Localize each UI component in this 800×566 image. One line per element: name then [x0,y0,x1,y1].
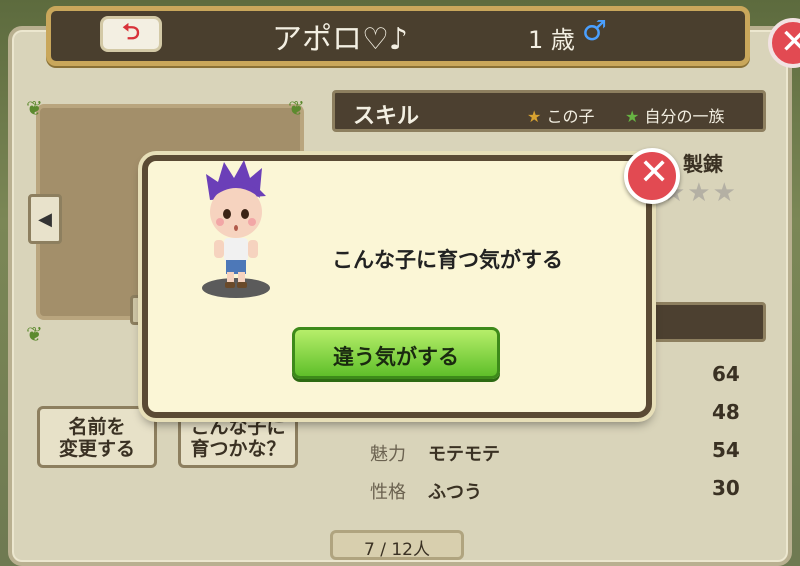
stat-number: 30 [712,476,740,500]
dialog-message: こんな子に育つ気がする [332,248,563,272]
skill-header: スキル ★ この子 ★ 自分の一族 [332,90,766,132]
prev-arrow-button[interactable]: ◀ [28,194,62,244]
rename-button[interactable]: 名前を 変更する [37,406,157,468]
back-arrow-icon: ⮌ [122,20,140,45]
gold-star-icon: ★ [527,107,542,126]
stat-value: モテモテ [428,444,500,465]
pager: 7 / 12人 [330,530,464,560]
stats-header [640,302,766,342]
green-star-icon: ★ [625,107,640,126]
stat-label: 性格 [370,482,406,503]
different-feeling-button[interactable]: 違う気がする [292,327,500,379]
stat-label: 魅力 [370,444,406,465]
leaf-icon: ❦ [26,96,43,120]
arrow-left-icon: ◀ [38,208,52,230]
legend-family: ★ 自分の一族 [625,103,724,127]
stat-number: 48 [712,400,740,424]
stat-number: 54 [712,438,740,462]
character-name: アポロ♡♪ [272,22,409,57]
back-button[interactable]: ⮌ [100,16,162,52]
leaf-icon: ❦ [288,96,305,120]
close-icon: ✕ [639,152,670,193]
skill-title: スキル [353,104,420,129]
leaf-icon: ❦ [26,322,43,346]
stat-value: ふつう [428,482,482,503]
legend-this-label: この子 [546,107,595,126]
male-icon: ♂ [582,14,608,47]
legend-this-child: ★ この子 [527,103,594,127]
character-age: 1 歳 [528,26,575,54]
avatar [202,160,270,298]
skill-name: 製錬 [683,152,723,176]
legend-family-label: 自分の一族 [644,107,725,126]
dialog-close-button[interactable]: ✕ [624,148,680,204]
close-icon: ✕ [780,22,800,62]
stat-number: 64 [712,362,740,386]
